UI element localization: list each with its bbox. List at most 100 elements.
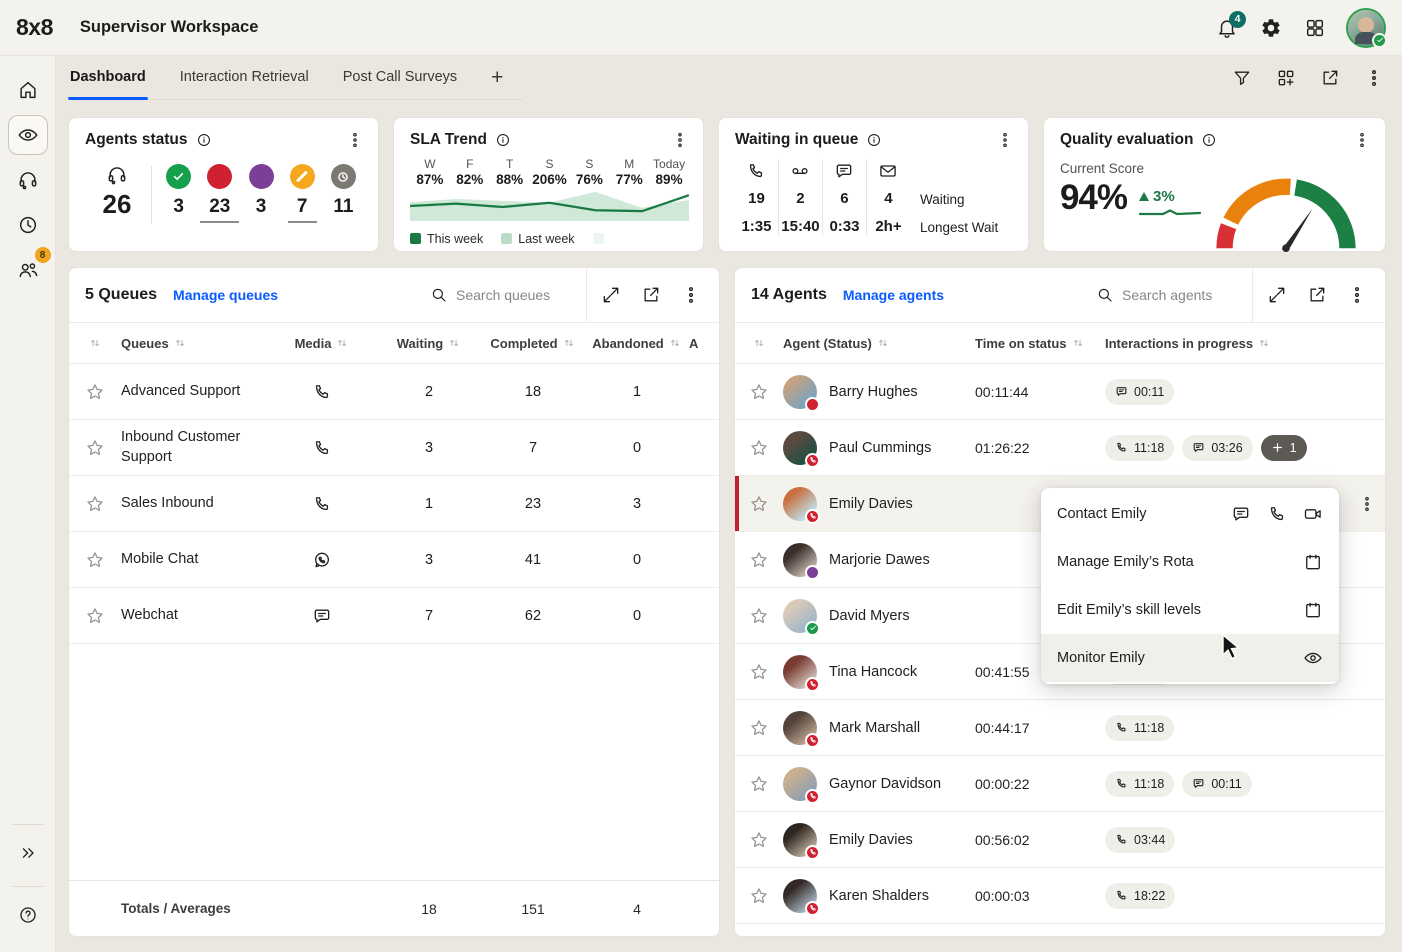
queue-row[interactable]: Mobile Chat 3 41 0 [69,532,719,588]
status-available[interactable]: 3 [158,164,199,216]
col-media[interactable]: Media [295,336,350,351]
queue-row[interactable]: Advanced Support 2 18 1 [69,364,719,420]
agent-row[interactable]: Mark Marshall 00:44:17 11:18 [735,700,1385,756]
status-dnd[interactable]: 3 [240,164,281,216]
menu-item-manage-rota[interactable]: Manage Emily’s Rota [1041,538,1339,586]
manage-queues-link[interactable]: Manage queues [173,287,278,303]
tab-dashboard[interactable]: Dashboard [70,56,146,100]
favorite-star[interactable] [749,886,769,906]
agents-search[interactable] [1096,286,1252,304]
sla-values: W87% F82% T88% S206% S76% M77% Today89% [410,157,689,187]
agents-total: 26 [85,164,149,217]
settings-button[interactable] [1260,17,1282,39]
sort-favorites[interactable] [88,336,102,350]
avatar [783,879,817,913]
video-icon[interactable] [1303,504,1323,524]
chat-icon[interactable] [1231,504,1251,524]
favorite-star[interactable] [749,774,769,794]
pop-out-panel-button[interactable] [1307,285,1327,305]
notifications-button[interactable]: 4 [1216,17,1238,39]
agent-row[interactable]: Barry Hughes 00:11:44 00:11 [735,364,1385,420]
queues-panel: 5 Queues Manage queues Queues Media Wait… [68,267,720,937]
favorite-star[interactable] [749,438,769,458]
card-menu-button[interactable] [1353,131,1371,149]
help-button[interactable] [8,895,48,935]
status-busy[interactable]: 23 [199,164,240,223]
favorite-star[interactable] [749,382,769,402]
expand-panel-button[interactable] [1267,285,1287,305]
info-icon[interactable] [1201,132,1217,148]
search-agents-input[interactable] [1122,287,1240,303]
agent-row[interactable]: Paul Cummings 01:26:22 11:18 03:26 1 [735,420,1385,476]
nav-home[interactable] [8,70,48,110]
favorite-star[interactable] [85,494,105,514]
status-busy-badge [805,397,820,412]
avatar-photo [1358,17,1374,33]
col-queues[interactable]: Queues [121,336,267,351]
favorite-star[interactable] [85,438,105,458]
search-queues-input[interactable] [456,287,574,303]
sort-favorites[interactable] [752,336,766,350]
nav-people[interactable]: 8 [8,250,48,290]
more-options-button[interactable] [1364,68,1384,88]
card-waiting-in-queue: Waiting in queue 19 1:35 2 15:40 6 [718,117,1029,252]
favorite-star[interactable] [85,382,105,402]
media-phone-icon [312,382,332,402]
panel-more-button[interactable] [1347,285,1367,305]
col-agent-status[interactable]: Agent (Status) [783,336,975,351]
favorite-star[interactable] [749,494,769,514]
nav-history[interactable] [8,205,48,245]
favorite-star[interactable] [749,606,769,626]
favorite-star[interactable] [749,550,769,570]
agent-row[interactable]: Emily Davies 00:56:02 03:44 [735,812,1385,868]
card-menu-button[interactable] [671,131,689,149]
status-on-call-badge [805,789,820,804]
col-completed[interactable]: Completed [490,336,575,351]
card-menu-button[interactable] [346,131,364,149]
favorite-star[interactable] [749,830,769,850]
info-icon[interactable] [196,132,212,148]
longest-wait-label: Longest Wait [920,220,1014,235]
collapse-expand-button[interactable] [8,833,48,873]
tab-interaction-retrieval[interactable]: Interaction Retrieval [180,56,309,100]
row-more-button[interactable] [1358,495,1376,513]
user-avatar[interactable] [1348,10,1384,46]
info-icon[interactable] [866,132,882,148]
pop-out-button[interactable] [1320,68,1340,88]
filter-button[interactable] [1232,68,1252,88]
nav-agent[interactable] [8,160,48,200]
phone-interaction-chip: 03:44 [1105,827,1175,853]
add-tab-button[interactable]: + [491,66,503,90]
favorite-star[interactable] [85,606,105,626]
col-abandoned[interactable]: Abandoned [592,336,682,351]
queue-row[interactable]: Webchat 7 62 0 [69,588,719,644]
favorite-star[interactable] [749,662,769,682]
avatar [783,655,817,689]
card-menu-button[interactable] [996,131,1014,149]
col-waiting[interactable]: Waiting [397,336,461,351]
favorite-star[interactable] [85,550,105,570]
tab-post-call-surveys[interactable]: Post Call Surveys [343,56,457,100]
col-interactions[interactable]: Interactions in progress [1105,336,1349,351]
col-time-on-status[interactable]: Time on status [975,336,1105,351]
status-away[interactable]: 7 [282,164,323,223]
info-icon[interactable] [495,132,511,148]
panel-more-button[interactable] [681,285,701,305]
status-wrapup[interactable]: 11 [323,164,364,216]
menu-item-contact[interactable]: Contact Emily [1041,490,1339,538]
expand-panel-button[interactable] [601,285,621,305]
favorite-star[interactable] [749,718,769,738]
apps-button[interactable] [1304,17,1326,39]
nav-supervisor[interactable] [8,115,48,155]
pop-out-panel-button[interactable] [641,285,661,305]
agent-row[interactable]: Gaynor Davidson 00:00:22 11:18 00:11 [735,756,1385,812]
manage-agents-link[interactable]: Manage agents [843,287,944,303]
menu-item-edit-skills[interactable]: Edit Emily’s skill levels [1041,586,1339,634]
menu-item-monitor[interactable]: Monitor Emily [1041,634,1339,682]
phone-icon[interactable] [1267,504,1287,524]
agent-row[interactable]: Karen Shalders 00:00:03 18:22 [735,868,1385,924]
queue-row[interactable]: Inbound Customer Support 3 7 0 [69,420,719,476]
add-widget-button[interactable] [1276,68,1296,88]
queues-search[interactable] [430,286,586,304]
queue-row[interactable]: Sales Inbound 1 23 3 [69,476,719,532]
